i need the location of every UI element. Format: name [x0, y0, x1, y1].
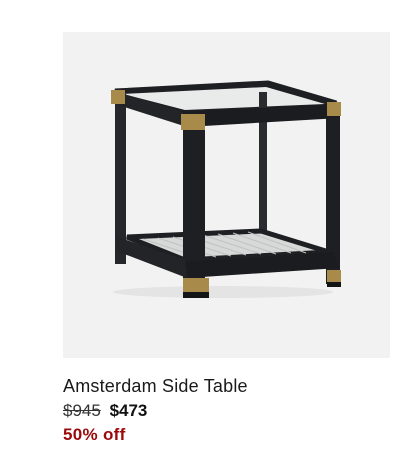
original-price: $945 [63, 401, 101, 420]
product-image[interactable] [63, 32, 390, 358]
product-card[interactable]: Amsterdam Side Table $945 $473 50% off [63, 32, 390, 445]
discount-badge: 50% off [63, 425, 126, 444]
side-table-icon [111, 80, 341, 298]
product-info: Amsterdam Side Table $945 $473 50% off [63, 376, 390, 445]
product-title[interactable]: Amsterdam Side Table [63, 376, 390, 397]
price-row: $945 $473 [63, 400, 390, 421]
sale-price: $473 [109, 401, 148, 420]
